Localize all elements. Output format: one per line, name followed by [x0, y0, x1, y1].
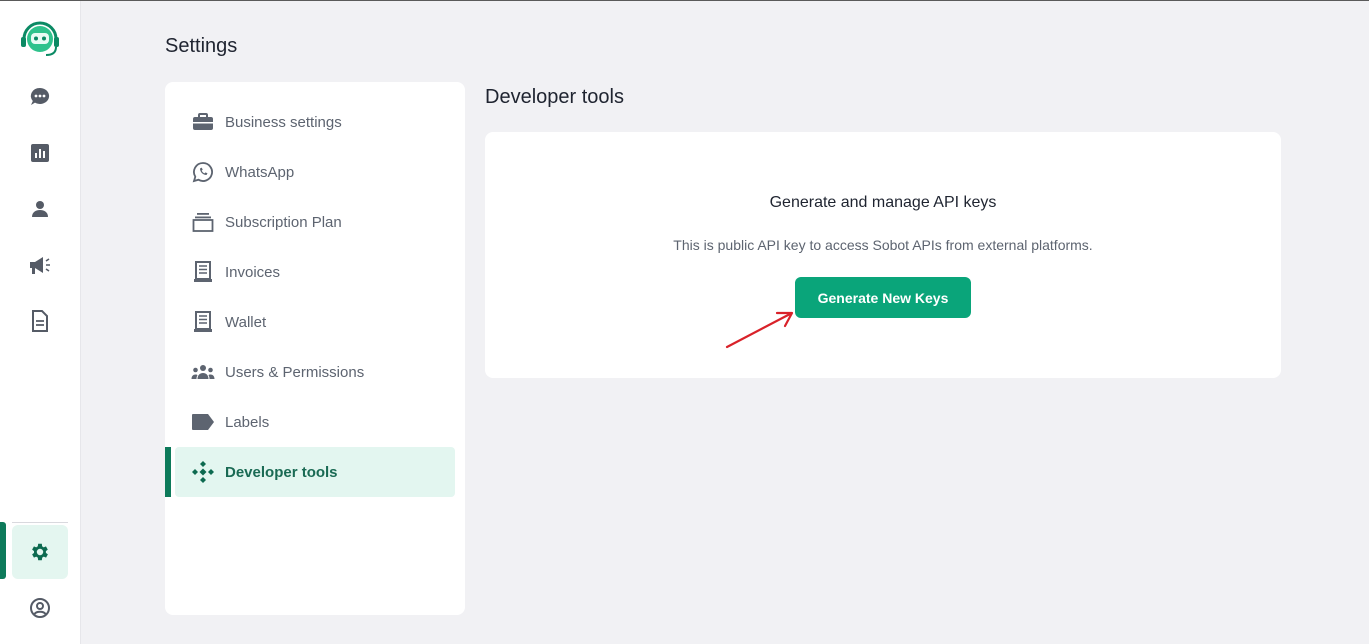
annotation-arrow-icon: [725, 311, 794, 349]
settings-gear-icon[interactable]: [28, 540, 52, 564]
menu-item-users-permissions[interactable]: Users & Permissions: [175, 347, 455, 397]
briefcase-icon: [191, 110, 215, 134]
menu-item-labels[interactable]: Labels: [175, 397, 455, 447]
menu-active-indicator: [165, 447, 171, 497]
whatsapp-icon: [191, 160, 215, 184]
document-icon[interactable]: [28, 309, 52, 333]
receipt-icon: [191, 310, 215, 334]
users-icon: [191, 360, 215, 384]
api-keys-heading: Generate and manage API keys: [769, 194, 997, 211]
menu-item-label: Wallet: [225, 313, 267, 331]
icon-rail: [0, 1, 81, 644]
rail-divider: [12, 522, 68, 523]
menu-item-label: Users & Permissions: [225, 363, 365, 381]
menu-item-label: Invoices: [225, 263, 281, 281]
analytics-icon[interactable]: [28, 141, 52, 165]
api-keys-description: This is public API key to access Sobot A…: [673, 237, 1093, 253]
api-keys-card: Generate and manage API keys This is pub…: [485, 132, 1281, 378]
menu-item-developer-tools[interactable]: Developer tools: [175, 447, 455, 497]
section-title: Developer tools: [485, 86, 624, 108]
menu-item-label: Subscription Plan: [225, 213, 342, 231]
label-tag-icon: [191, 410, 215, 434]
menu-item-label: Labels: [225, 413, 270, 431]
rail-active-indicator: [0, 522, 6, 579]
menu-item-business-settings[interactable]: Business settings: [175, 97, 455, 147]
menu-item-whatsapp[interactable]: WhatsApp: [175, 147, 455, 197]
menu-item-subscription-plan[interactable]: Subscription Plan: [175, 197, 455, 247]
chat-icon[interactable]: [28, 85, 52, 109]
menu-item-label: WhatsApp: [225, 163, 295, 181]
generate-new-keys-button[interactable]: Generate New Keys: [795, 277, 971, 318]
campaign-megaphone-icon[interactable]: [28, 253, 52, 277]
stack-icon: [191, 210, 215, 234]
page-title: Settings: [165, 35, 238, 57]
receipt-icon: [191, 260, 215, 284]
profile-icon[interactable]: [28, 596, 52, 620]
developer-tools-icon: [191, 460, 215, 484]
settings-menu: Business settings WhatsApp Subscription …: [165, 82, 465, 615]
menu-item-wallet[interactable]: Wallet: [175, 297, 455, 347]
menu-item-label: Developer tools: [225, 463, 338, 481]
menu-item-invoices[interactable]: Invoices: [175, 247, 455, 297]
contacts-icon[interactable]: [28, 197, 52, 221]
menu-item-label: Business settings: [225, 113, 342, 131]
app-logo-icon[interactable]: [18, 19, 62, 59]
